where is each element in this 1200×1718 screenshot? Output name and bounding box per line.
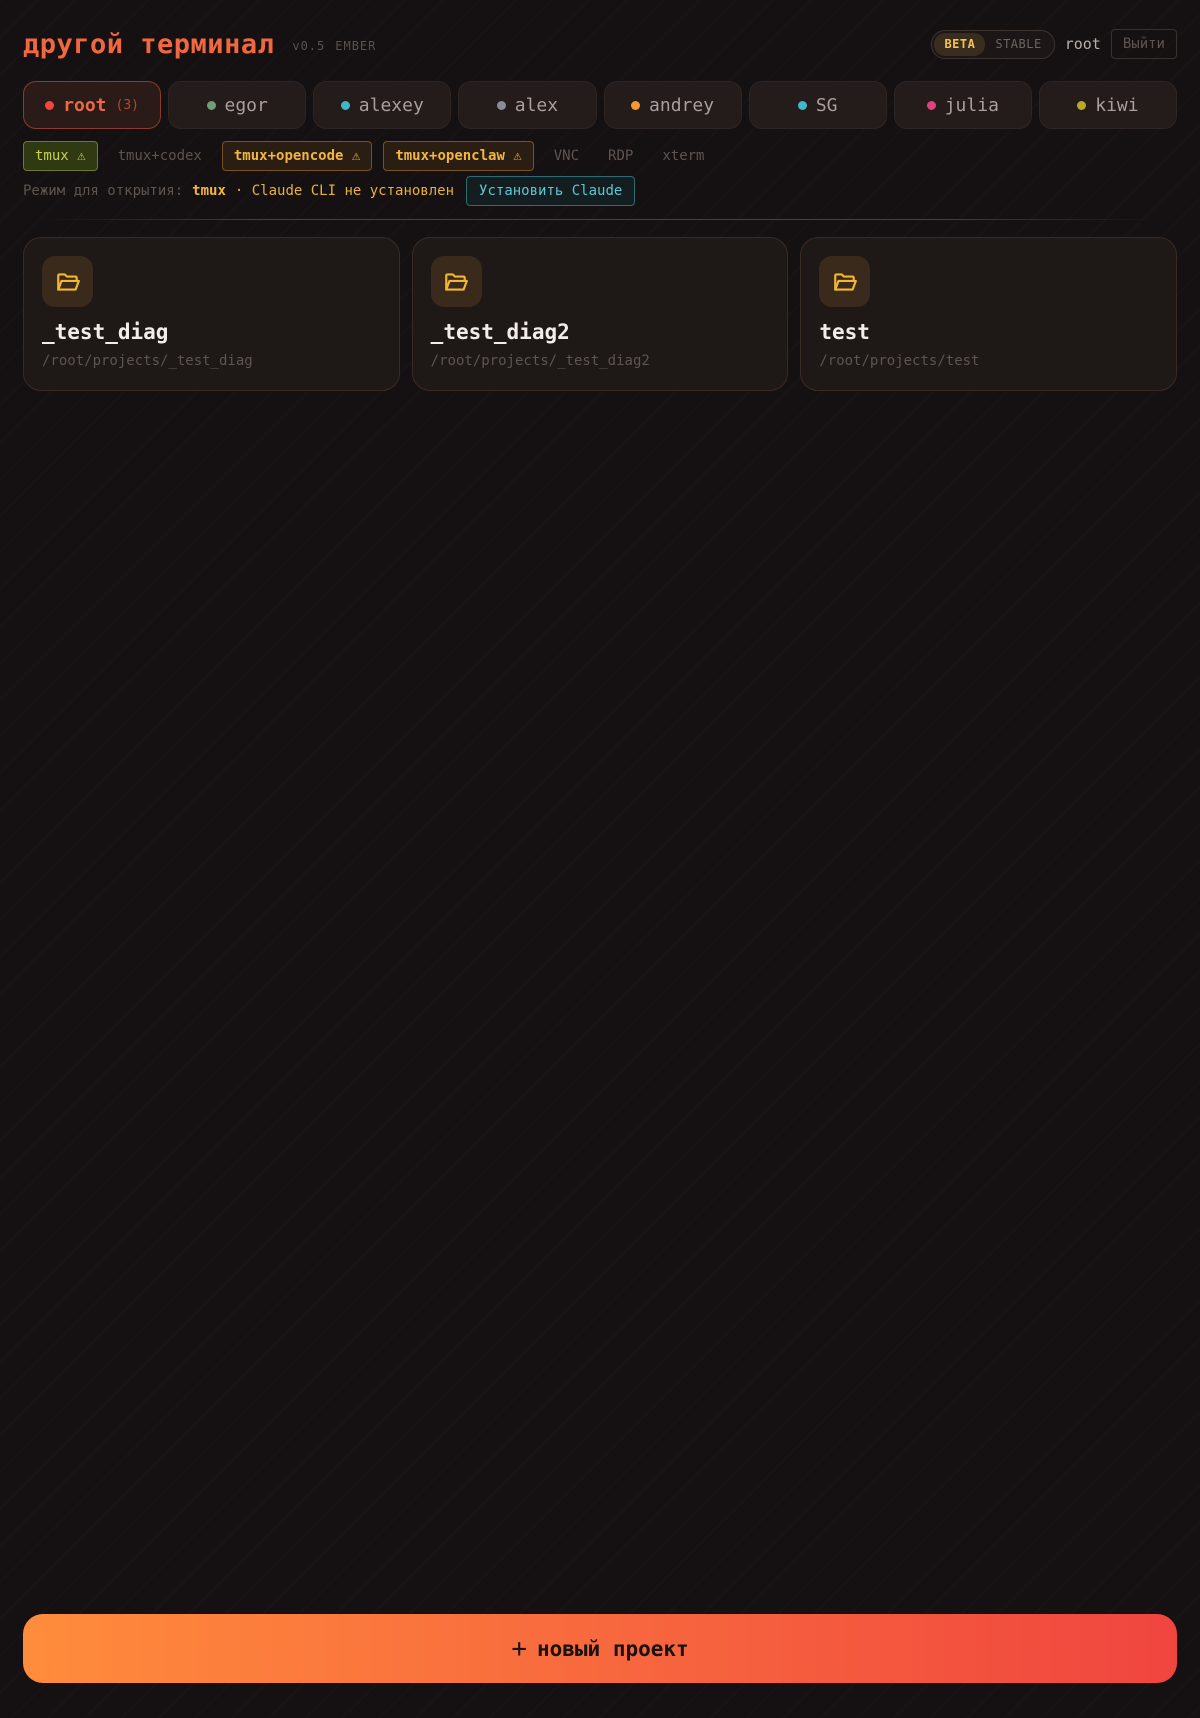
user-status-dot [45,100,55,110]
logout-button[interactable]: Выйти [1110,29,1177,59]
user-tabs: root (3) egor alexey alex andrey SG juli… [23,81,1177,129]
user-tab-label: root [63,94,107,116]
mode-tmux[interactable]: tmux ⚠ [23,141,98,171]
user-tab-root[interactable]: root (3) [23,81,162,129]
user-status-dot [797,100,807,110]
version-number: v0.5 [292,39,326,53]
user-tab-sg[interactable]: SG [748,81,887,129]
mode-tmux-opencode[interactable]: tmux+opencode ⚠ [221,141,373,171]
install-claude-button[interactable]: Установить Claude [466,176,636,206]
user-tab-label: egor [224,94,268,116]
version-info: v0.5 EMBER [292,35,376,53]
project-name: _test_diag2 [430,320,570,344]
user-tab-andrey[interactable]: andrey [603,81,742,129]
project-card[interactable]: _test_diag2 /root/projects/_test_diag2 [411,237,789,391]
user-status-dot [926,100,936,110]
user-tab-alex[interactable]: alex [458,81,597,129]
mode-vnc[interactable]: VNC [545,141,588,171]
user-status-dot [340,100,350,110]
current-user: root [1064,35,1101,53]
section-divider [40,219,1160,220]
channel-beta-button[interactable]: BETA [934,32,986,56]
user-status-dot [631,100,641,110]
project-path: /root/projects/test [819,353,980,369]
channel-toggle: BETA STABLE [931,29,1055,59]
user-tab-label: kiwi [1095,94,1139,116]
user-tab-egor[interactable]: egor [168,81,307,129]
folder-open-icon [42,256,93,307]
user-project-count: (3) [115,97,139,113]
status-warning: · Claude CLI не установлен [234,183,455,199]
mode-tmux-codex[interactable]: tmux+codex [109,141,211,171]
user-tab-label: SG [815,94,838,116]
user-tab-label: alexey [358,94,424,116]
edition-name: EMBER [335,39,377,53]
user-status-dot [206,100,216,110]
open-mode-selector: tmux ⚠ tmux+codex tmux+opencode ⚠ tmux+o… [23,141,714,171]
user-status-dot [496,100,506,110]
folder-open-icon [430,256,482,307]
new-project-label: новый проект [536,1636,689,1661]
mode-xterm[interactable]: xterm [653,141,713,171]
new-project-button[interactable]: + новый проект [23,1614,1177,1683]
plus-icon: + [511,1633,527,1664]
app-header: другой терминал v0.5 EMBER BETA STABLE r… [23,26,1177,62]
project-grid: _test_diag /root/projects/_test_diag _te… [23,237,1178,391]
project-card[interactable]: test /root/projects/test [800,237,1178,391]
user-tab-label: andrey [649,94,715,116]
project-card[interactable]: _test_diag /root/projects/_test_diag [23,237,400,391]
project-name: _test_diag [42,320,169,344]
folder-open-icon [819,256,871,307]
open-mode-status: Режим для открытия: tmux · Claude CLI не… [23,176,636,206]
user-tab-label: alex [514,94,559,116]
status-label: Режим для открытия: [23,183,184,199]
user-status-dot [1077,100,1087,110]
user-tab-label: julia [944,94,999,116]
user-tab-julia[interactable]: julia [893,81,1032,129]
project-path: /root/projects/_test_diag [42,353,253,369]
app-title: другой терминал [23,28,275,60]
user-tab-alexey[interactable]: alexey [313,81,452,129]
project-name: test [819,320,870,344]
mode-tmux-openclaw[interactable]: tmux+openclaw ⚠ [383,141,534,171]
status-mode: tmux [192,183,226,199]
mode-rdp[interactable]: RDP [599,141,642,171]
project-path: /root/projects/_test_diag2 [430,353,650,369]
user-tab-kiwi[interactable]: kiwi [1038,81,1177,129]
channel-stable-button[interactable]: STABLE [985,33,1051,56]
